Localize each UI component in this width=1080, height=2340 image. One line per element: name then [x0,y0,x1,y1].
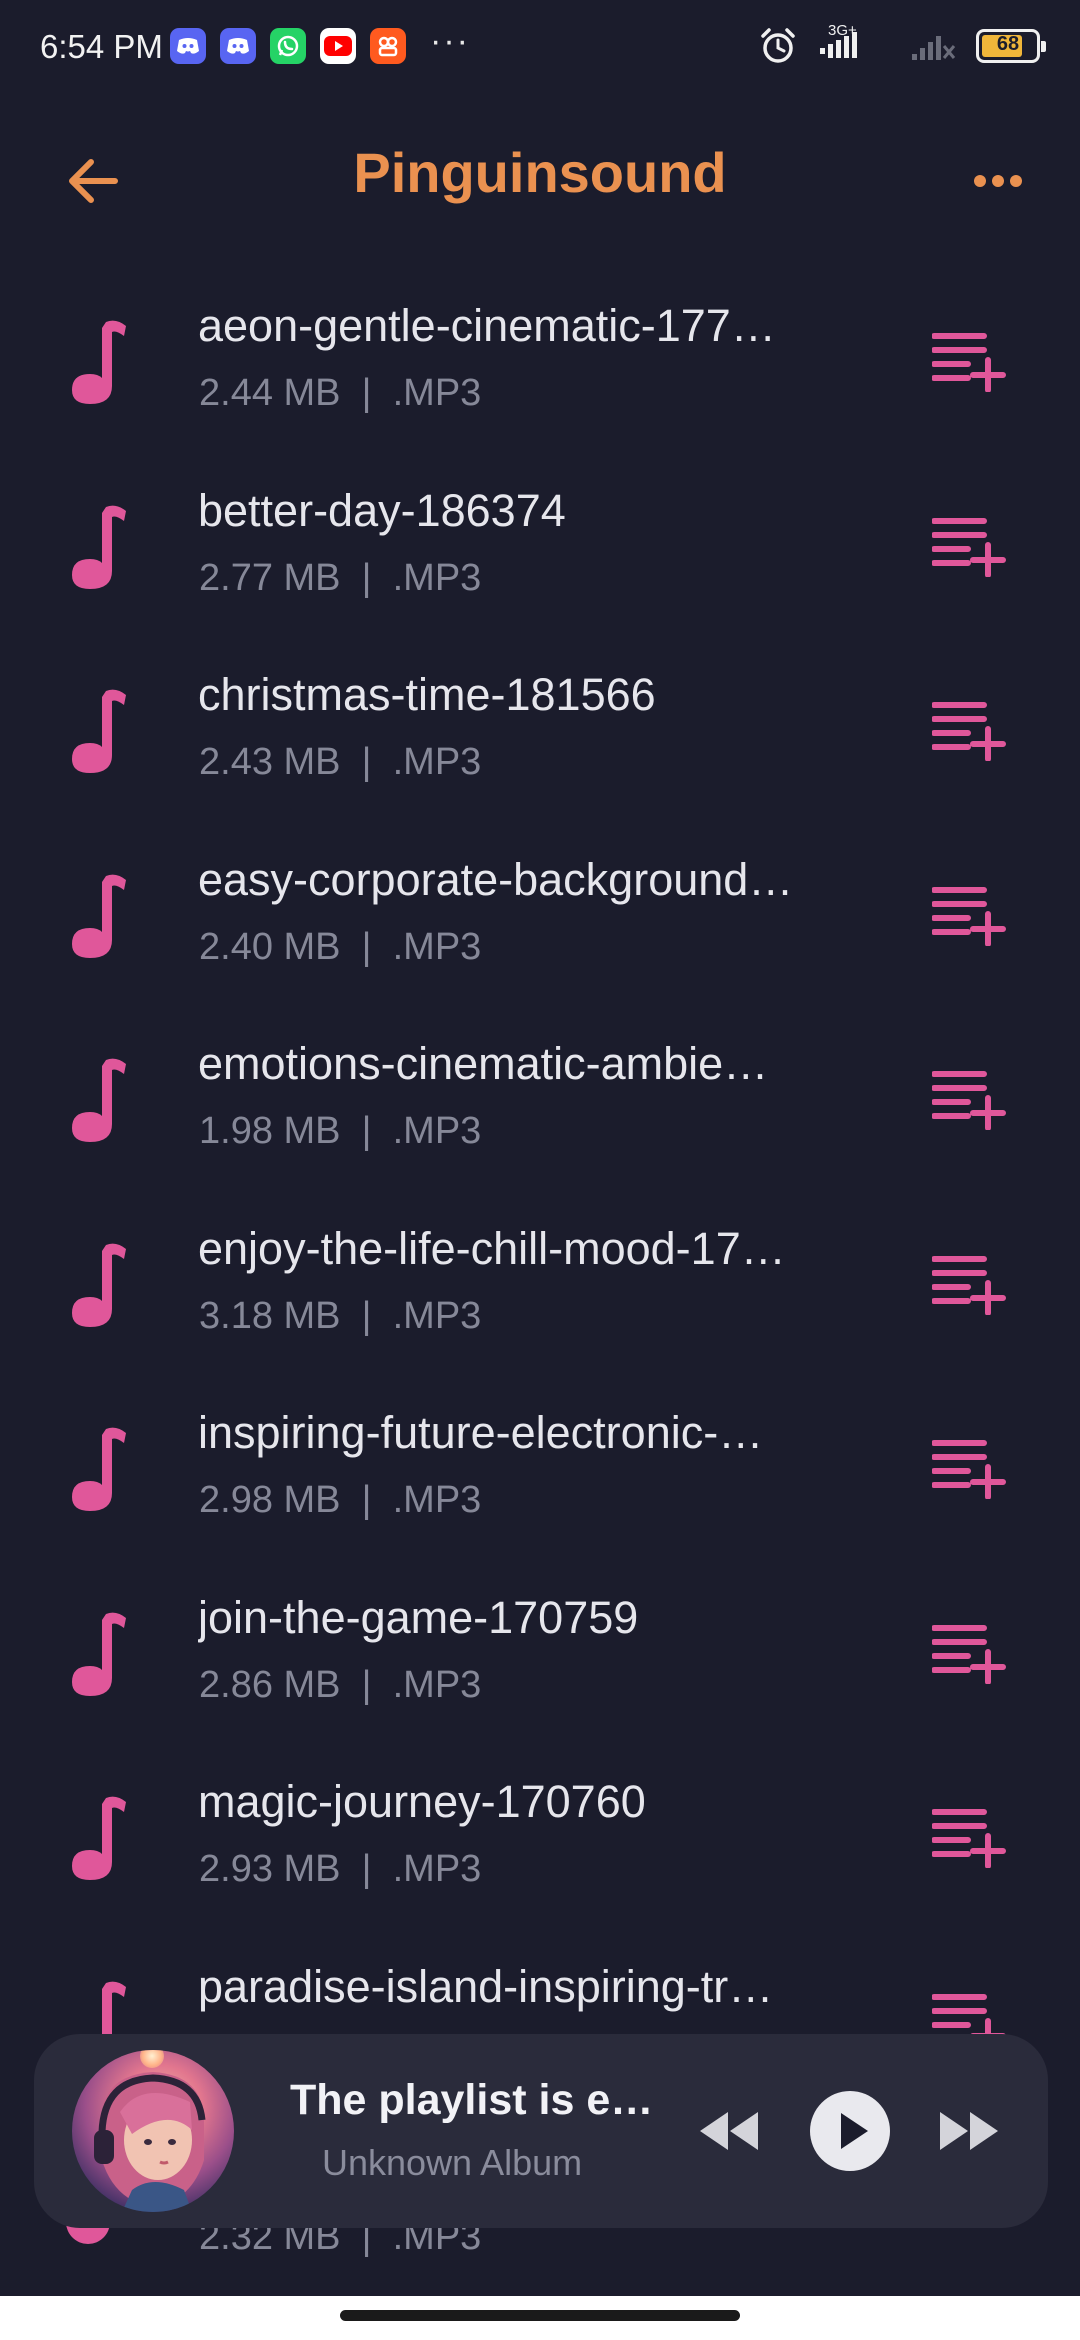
battery-level: 68 [996,33,1020,55]
music-note-icon [72,1058,126,1142]
song-meta: 2.43 MB | .MP3 [199,741,482,783]
notification-icons [170,28,406,64]
song-meta: 2.40 MB | .MP3 [199,925,482,968]
song-title: christmas-time-181566 [198,669,656,720]
song-title: magic-journey-170760 [198,1776,646,1827]
screen: 6:54 PM ··· 3G+ 68 Pinguinsound aeon-gen… [0,0,1080,2340]
battery-icon: 68 [976,29,1046,63]
music-note-icon [72,874,126,958]
music-note-icon [72,505,126,589]
music-note-icon [72,320,126,404]
discord-icon [220,28,256,64]
song-meta: 2.93 MB | .MP3 [199,1848,482,1890]
more-notifications-icon: ··· [430,22,470,60]
app-icon [370,28,406,64]
play-icon [841,2113,868,2149]
system-icons: 3G+ 68 [758,22,1046,66]
song-title: emotions-cinematic-ambie… [198,1038,769,1089]
song-item[interactable]: enjoy-the-life-chill-mood-17… 3.18 MB | … [0,1189,1080,1374]
song-item[interactable]: christmas-time-181566 2.43 MB | .MP3 [0,635,1080,820]
no-signal-icon [912,36,956,60]
app-header: Pinguinsound [0,120,1080,238]
signal-icon: 3G+ [816,22,892,66]
song-meta: 2.77 MB | .MP3 [199,556,482,599]
player-album: Unknown Album [322,2142,583,2183]
song-title: aeon-gentle-cinematic-177… [198,300,776,351]
home-indicator[interactable] [340,2310,740,2321]
more-dots-icon [974,175,1022,187]
song-item[interactable]: magic-journey-170760 2.93 MB | .MP3 [0,1742,1080,1927]
alarm-icon [761,28,795,63]
add-to-playlist-icon[interactable] [932,1068,1006,1130]
status-time: 6:54 PM [40,28,163,65]
song-item[interactable]: emotions-cinematic-ambie… 1.98 MB | .MP3 [0,1004,1080,1189]
whatsapp-icon [270,28,306,64]
add-to-playlist-icon[interactable] [932,515,1006,577]
song-meta: 2.86 MB | .MP3 [199,1663,482,1706]
player-title: The playlist is e… [290,2076,654,2124]
mini-player[interactable]: The playlist is e… Unknown Album [34,2034,1048,2228]
discord-icon [170,28,206,64]
rewind-icon[interactable] [694,2096,764,2166]
song-meta: 1.98 MB | .MP3 [199,1110,482,1152]
song-list: aeon-gentle-cinematic-177… 2.44 MB | .MP… [0,266,1080,2111]
status-bar: 6:54 PM ··· 3G+ 68 [0,0,1080,96]
song-item[interactable]: join-the-game-170759 2.86 MB | .MP3 [0,1558,1080,1743]
music-note-icon [72,689,126,773]
music-note-icon [72,1796,126,1880]
navigation-bar [0,2296,1080,2340]
album-art[interactable] [72,2050,234,2212]
song-meta: 2.44 MB | .MP3 [199,372,482,414]
add-to-playlist-icon[interactable] [932,1806,1006,1868]
fast-forward-icon[interactable] [934,2096,1004,2166]
music-note-icon [72,1612,126,1696]
song-title: easy-corporate-background… [198,853,794,905]
more-options-button[interactable] [958,146,1038,216]
music-note-icon [72,1427,126,1511]
song-item[interactable]: aeon-gentle-cinematic-177… 2.44 MB | .MP… [0,266,1080,451]
song-title: enjoy-the-life-chill-mood-17… [198,1222,786,1274]
youtube-icon [320,28,356,64]
add-to-playlist-icon[interactable] [932,1253,1006,1315]
add-to-playlist-icon[interactable] [932,699,1006,761]
add-to-playlist-icon[interactable] [932,1622,1006,1684]
song-title: inspiring-future-electronic-… [198,1407,764,1458]
song-item[interactable]: inspiring-future-electronic-… 2.98 MB | … [0,1373,1080,1558]
song-title: better-day-186374 [198,484,566,536]
song-title: join-the-game-170759 [198,1591,639,1643]
add-to-playlist-icon[interactable] [932,330,1006,392]
network-type-label: 3G+ [828,22,857,39]
song-title: paradise-island-inspiring-tr… [198,1960,774,2012]
add-to-playlist-icon[interactable] [932,1437,1006,1499]
music-note-icon [72,1243,126,1327]
page-title: Pinguinsound [353,141,727,204]
play-button[interactable] [810,2091,890,2171]
song-meta: 2.98 MB | .MP3 [199,1479,482,1521]
song-item[interactable]: better-day-186374 2.77 MB | .MP3 [0,451,1080,636]
song-item[interactable]: easy-corporate-background… 2.40 MB | .MP… [0,820,1080,1005]
add-to-playlist-icon[interactable] [932,884,1006,946]
song-meta: 3.18 MB | .MP3 [199,1294,482,1337]
